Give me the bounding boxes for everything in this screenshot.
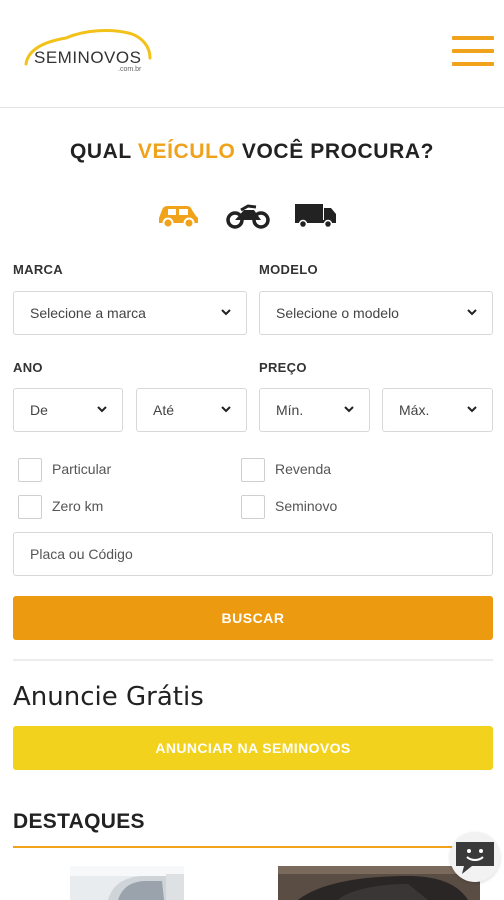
brand-select[interactable]: Selecione a marca xyxy=(13,291,247,335)
divider xyxy=(13,659,493,661)
checkbox-label: Particular xyxy=(52,461,112,477)
logo-subtext: .com.br xyxy=(118,66,142,73)
price-min-value: Mín. xyxy=(276,402,304,418)
brand-select-value: Selecione a marca xyxy=(30,305,146,321)
header: SEMINOVOS .com.br xyxy=(0,0,504,108)
car-icon[interactable] xyxy=(156,198,200,232)
year-to-select[interactable]: Até xyxy=(136,388,247,432)
search-title: QUAL VEÍCULO VOCÊ PROCURA? xyxy=(0,140,504,164)
announce-title: Anuncie Grátis xyxy=(13,682,204,712)
chevron-down-icon xyxy=(467,309,477,316)
brand-label: MARCA xyxy=(13,262,63,277)
price-max-value: Máx. xyxy=(399,402,430,418)
chat-icon xyxy=(456,842,494,874)
announce-button[interactable]: ANUNCIAR NA SEMINOVOS xyxy=(13,726,493,770)
model-label: MODELO xyxy=(259,262,318,277)
title-prefix: QUAL xyxy=(69,140,138,163)
menu-icon[interactable] xyxy=(452,36,494,68)
motorcycle-icon[interactable] xyxy=(226,198,270,232)
chevron-down-icon xyxy=(221,309,231,316)
seminovos-logo[interactable]: SEMINOVOS .com.br xyxy=(22,24,154,80)
price-min-select[interactable]: Mín. xyxy=(259,388,370,432)
model-select-value: Selecione o modelo xyxy=(276,305,399,321)
logo-text: SEMINOVOS xyxy=(34,48,142,67)
plate-code-input[interactable] xyxy=(13,532,493,576)
chevron-down-icon xyxy=(467,406,477,413)
checkbox-box[interactable] xyxy=(18,458,42,482)
checkbox-label: Revenda xyxy=(275,461,332,477)
checkbox-label: Zero km xyxy=(52,498,104,514)
title-suffix: VOCÊ PROCURA? xyxy=(235,140,435,163)
chat-button[interactable] xyxy=(450,832,500,882)
price-max-select[interactable]: Máx. xyxy=(382,388,493,432)
chevron-down-icon xyxy=(221,406,231,413)
highlight-thumbnail-car[interactable] xyxy=(70,866,184,900)
search-button[interactable]: BUSCAR xyxy=(13,596,493,640)
highlights-underline xyxy=(13,846,493,848)
title-accent: VEÍCULO xyxy=(137,140,236,163)
chevron-down-icon xyxy=(97,406,107,413)
model-select[interactable]: Selecione o modelo xyxy=(259,291,493,335)
checkbox-box[interactable] xyxy=(241,495,265,519)
checkbox-box[interactable] xyxy=(18,495,42,519)
year-label: ANO xyxy=(13,360,43,375)
chevron-down-icon xyxy=(344,406,354,413)
highlights-title: DESTAQUES xyxy=(13,810,145,833)
checkbox-box[interactable] xyxy=(241,458,265,482)
year-from-select[interactable]: De xyxy=(13,388,123,432)
truck-icon[interactable] xyxy=(294,198,338,232)
checkbox-label: Seminovo xyxy=(275,498,338,514)
year-from-value: De xyxy=(30,402,48,418)
year-to-value: Até xyxy=(153,402,175,418)
price-label: PREÇO xyxy=(259,360,307,375)
